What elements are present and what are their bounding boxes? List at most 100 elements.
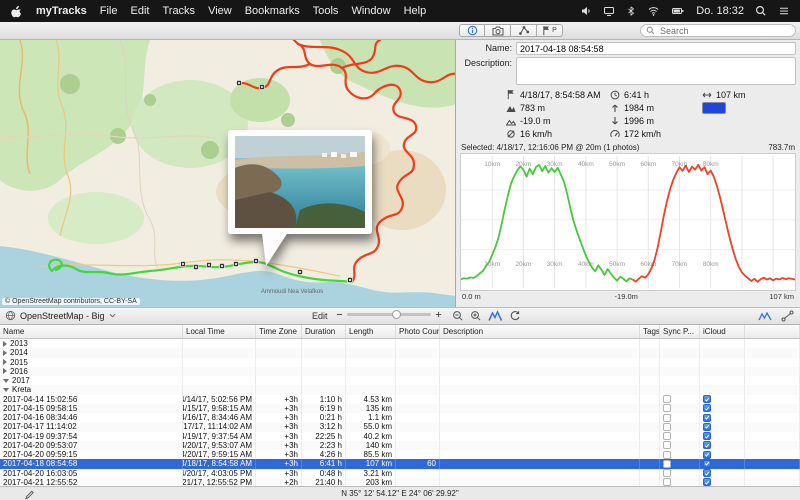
column-header-local-time[interactable]: Local Time — [183, 325, 256, 338]
map-source-selector[interactable]: OpenStreetMap - Big — [5, 310, 116, 321]
table-row-year[interactable]: 2016 — [0, 367, 800, 376]
map-canvas[interactable]: Ammoudi Nea Velafkos — [0, 40, 456, 307]
slider-minus-icon[interactable] — [336, 311, 343, 318]
column-header-length[interactable]: Length — [346, 325, 396, 338]
table-row-track[interactable]: 2017-04-20 16:03:054/20/17, 4:03:05 PM+3… — [0, 469, 800, 478]
column-header-photo-count[interactable]: Photo Count — [396, 325, 440, 338]
display-icon[interactable] — [603, 5, 615, 17]
disclosure-triangle-icon[interactable] — [3, 379, 9, 383]
table-row-track[interactable]: 2017-04-17 11:14:024/17/17, 11:14:02 AM+… — [0, 422, 800, 431]
checkbox-unchecked[interactable] — [663, 414, 671, 422]
cell-duration: 6:41 h — [302, 459, 346, 468]
track-name-input[interactable] — [516, 42, 796, 55]
column-header-name[interactable]: Name — [0, 325, 183, 338]
slider-track[interactable] — [347, 313, 431, 316]
disclosure-triangle-icon[interactable] — [3, 350, 7, 356]
zoom-out-icon[interactable] — [452, 310, 464, 324]
table-row-year[interactable]: 2015 — [0, 358, 800, 367]
info-button[interactable] — [459, 24, 485, 37]
table-row-track[interactable]: 2017-04-15 09:58:154/15/17, 9:58:15 AM+3… — [0, 404, 800, 413]
checkbox-unchecked[interactable] — [663, 441, 671, 449]
slider-thumb[interactable] — [392, 310, 401, 319]
disclosure-triangle-icon[interactable] — [3, 359, 7, 365]
table-row-track[interactable]: 2017-04-14 15:02:564/14/17, 5:02:56 PM+3… — [0, 395, 800, 404]
checkbox-unchecked[interactable] — [663, 395, 671, 403]
checkbox-checked[interactable] — [703, 423, 711, 431]
table-row-year[interactable]: 2013 — [0, 339, 800, 348]
edit-coordinates-icon[interactable] — [24, 489, 35, 500]
cell-duration: 22:25 h — [302, 432, 346, 441]
track-color-well[interactable] — [702, 102, 726, 114]
wifi-icon[interactable] — [647, 5, 660, 17]
battery-icon[interactable] — [671, 5, 685, 17]
menu-edit[interactable]: Edit — [131, 5, 150, 17]
menu-view[interactable]: View — [208, 5, 232, 17]
cell-description — [440, 385, 640, 394]
cell-local-time — [183, 367, 256, 376]
refresh-icon[interactable] — [509, 310, 521, 324]
table-row-track[interactable]: 2017-04-18 08:54:584/18/17, 8:54:58 AM+3… — [0, 459, 800, 468]
menu-window[interactable]: Window — [351, 5, 390, 17]
checkbox-unchecked[interactable] — [663, 404, 671, 412]
notification-center-icon[interactable] — [778, 5, 790, 17]
table-row-track[interactable]: 2017-04-16 08:34:464/16/17, 8:34:46 AM+3… — [0, 413, 800, 422]
checkbox-unchecked[interactable] — [663, 423, 671, 431]
disclosure-triangle-icon[interactable] — [3, 341, 7, 347]
checkbox-unchecked[interactable] — [663, 469, 671, 477]
checkbox-checked[interactable] — [703, 469, 711, 477]
disclosure-triangle-icon[interactable] — [3, 388, 9, 392]
search-input[interactable] — [658, 25, 790, 37]
cell-time-zone — [256, 367, 302, 376]
checkbox-checked[interactable] — [703, 432, 711, 440]
zoom-slider[interactable] — [336, 311, 442, 318]
elevation-profile-toggle-icon[interactable] — [488, 310, 503, 324]
camera-button[interactable] — [485, 24, 511, 37]
cell-icloud — [700, 358, 745, 367]
table-row-track[interactable]: 2017-04-20 09:53:074/20/17, 9:53:07 AM+3… — [0, 441, 800, 450]
menu-help[interactable]: Help — [404, 5, 427, 17]
track-description-input[interactable] — [516, 57, 796, 85]
menu-file[interactable]: File — [100, 5, 118, 17]
search-field[interactable] — [640, 24, 796, 37]
column-header-time-zone[interactable]: Time Zone — [256, 325, 302, 338]
column-header-duration[interactable]: Duration — [302, 325, 346, 338]
checkbox-checked[interactable] — [703, 460, 711, 468]
table-row-group[interactable]: Kreta — [0, 385, 800, 394]
column-header-sync[interactable]: Sync P... — [660, 325, 700, 338]
menu-tracks[interactable]: Tracks — [162, 5, 195, 17]
checkbox-checked[interactable] — [703, 414, 711, 422]
menu-tools[interactable]: Tools — [313, 5, 339, 17]
checkbox-unchecked[interactable] — [663, 432, 671, 440]
volume-icon[interactable] — [580, 5, 592, 17]
disclosure-triangle-icon[interactable] — [3, 368, 7, 374]
checkbox-checked[interactable] — [703, 404, 711, 412]
bluetooth-icon[interactable] — [626, 5, 636, 17]
checkbox-checked[interactable] — [703, 451, 711, 459]
menubar-clock[interactable]: Do. 18:32 — [696, 5, 744, 17]
column-header-icloud[interactable]: iCloud — [700, 325, 745, 338]
poi-flag-button[interactable]: P — [537, 24, 563, 37]
cell-sync — [660, 358, 700, 367]
column-header-tags[interactable]: Tags — [640, 325, 660, 338]
elevation-profile-chart[interactable]: 10km10km20km20km30km30km40km40km50km50km… — [460, 153, 796, 291]
table-row-year[interactable]: 2017 — [0, 376, 800, 385]
table-row-track[interactable]: 2017-04-19 09:37:544/19/17, 9:37:54 AM+3… — [0, 432, 800, 441]
column-header-description[interactable]: Description — [440, 325, 640, 338]
spotlight-icon[interactable] — [755, 5, 767, 17]
route-options-icon[interactable] — [781, 310, 794, 324]
checkbox-checked[interactable] — [703, 441, 711, 449]
table-row-track[interactable]: 2017-04-20 09:59:154/20/17, 9:59:15 AM+3… — [0, 450, 800, 459]
menu-mytracks[interactable]: myTracks — [36, 5, 87, 17]
track-graph-button[interactable] — [511, 24, 537, 37]
map-pane[interactable]: Ammoudi Nea Velafkos — [0, 40, 456, 307]
apple-menu-icon[interactable] — [10, 5, 22, 18]
checkbox-checked[interactable] — [703, 395, 711, 403]
cell-filler — [745, 348, 800, 357]
table-row-year[interactable]: 2014 — [0, 348, 800, 357]
slider-plus-icon[interactable] — [435, 311, 442, 318]
menu-bookmarks[interactable]: Bookmarks — [245, 5, 300, 17]
checkbox-unchecked[interactable] — [663, 460, 671, 468]
profile-pane-icon[interactable] — [758, 310, 772, 324]
checkbox-unchecked[interactable] — [663, 451, 671, 459]
zoom-in-icon[interactable] — [470, 310, 482, 324]
